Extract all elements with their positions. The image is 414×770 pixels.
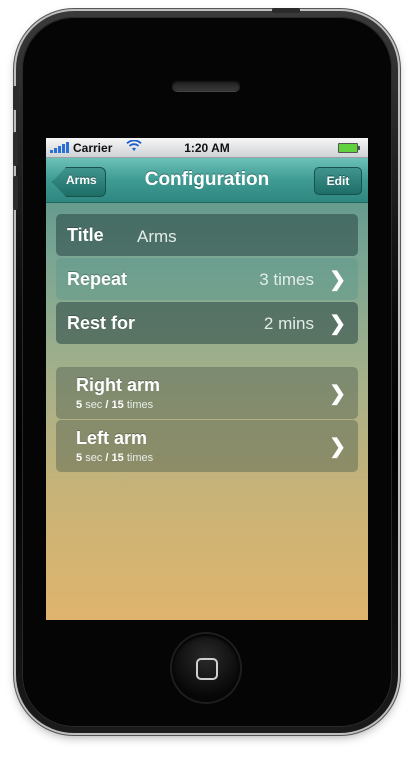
- title-label: Title: [67, 225, 104, 245]
- chevron-right-icon: ❯: [329, 313, 346, 335]
- edit-button[interactable]: Edit: [314, 167, 362, 195]
- exercise-detail: 5 sec / 15 times: [76, 452, 154, 464]
- navigation-bar: Arms Configuration Edit: [46, 158, 368, 203]
- chevron-right-icon: ❯: [329, 436, 346, 458]
- mute-switch: [13, 86, 18, 110]
- exercise-name: Right arm: [76, 375, 161, 395]
- exercise-row-right-arm[interactable]: Right arm 5 sec / 15 times ❯: [56, 367, 358, 419]
- rest-value: 2 mins: [263, 314, 314, 333]
- screen: Carrier 1:20 AM Arms Configuration Edit …: [46, 138, 368, 620]
- exercise-row-left-arm[interactable]: Left arm 5 sec / 15 times ❯: [56, 420, 358, 472]
- earpiece-speaker: [172, 80, 240, 91]
- exercise-name: Left arm: [76, 428, 148, 448]
- repeat-value: 3 times: [259, 270, 314, 289]
- sleep-button: [272, 8, 300, 13]
- title-row[interactable]: Title Arms: [56, 214, 358, 256]
- home-square-icon: [196, 658, 218, 680]
- home-button[interactable]: [172, 634, 240, 702]
- status-bar: Carrier 1:20 AM: [46, 138, 368, 158]
- rest-label: Rest for: [67, 313, 136, 333]
- repeat-row[interactable]: Repeat 3 times ❯: [56, 258, 358, 300]
- status-time: 1:20 AM: [184, 141, 230, 155]
- volume-up-button: [13, 132, 18, 166]
- exercise-detail: 5 sec / 15 times: [76, 399, 154, 411]
- rest-row[interactable]: Rest for 2 mins ❯: [56, 302, 358, 344]
- repeat-label: Repeat: [67, 269, 128, 289]
- battery-icon: [338, 143, 360, 153]
- title-value[interactable]: Arms: [137, 227, 177, 247]
- volume-down-button: [13, 176, 18, 210]
- chevron-right-icon: ❯: [329, 269, 346, 291]
- chevron-right-icon: ❯: [329, 383, 346, 405]
